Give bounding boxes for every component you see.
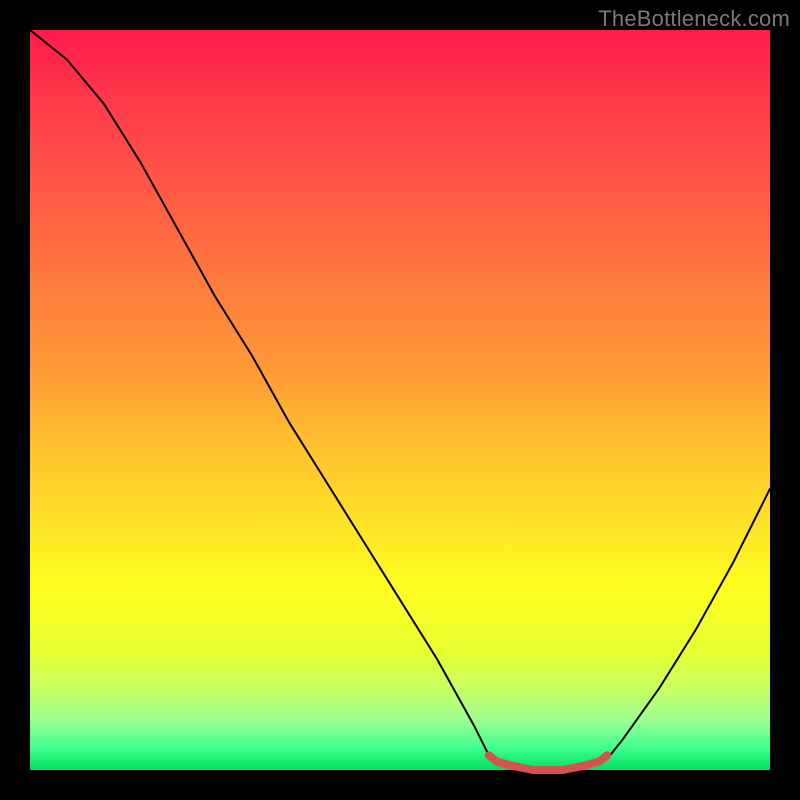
watermark-text: TheBottleneck.com — [598, 6, 790, 32]
chart-svg — [30, 30, 770, 770]
curve-highlight — [489, 755, 607, 770]
plot-area — [30, 30, 770, 770]
chart-frame: TheBottleneck.com — [0, 0, 800, 800]
curve-main — [30, 30, 770, 770]
